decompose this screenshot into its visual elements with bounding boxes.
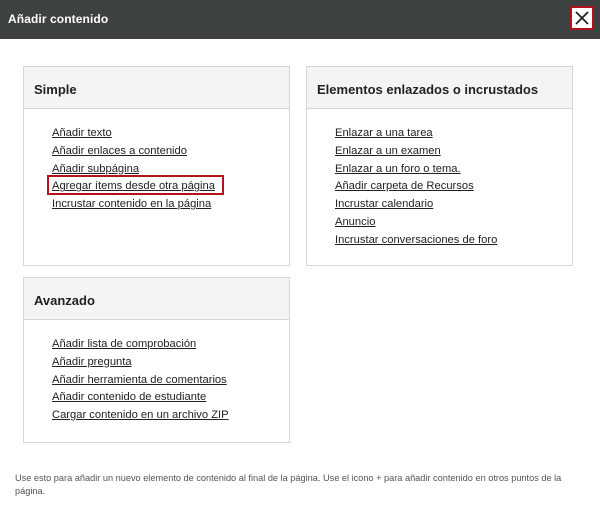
- linked-link-list: Enlazar a una tarea Enlazar a un examen …: [335, 123, 572, 248]
- link-to-forum-link[interactable]: Enlazar a un foro o tema.: [335, 163, 461, 175]
- help-text: Use esto para añadir un nuevo elemento d…: [15, 473, 562, 496]
- list-item: Anuncio: [335, 212, 572, 230]
- advanced-card-heading: Avanzado: [24, 278, 289, 320]
- announcement-link[interactable]: Anuncio: [335, 216, 375, 228]
- add-question-link[interactable]: Añadir pregunta: [52, 356, 132, 368]
- list-item: Incrustar calendario: [335, 194, 572, 212]
- embed-calendar-link[interactable]: Incrustar calendario: [335, 198, 433, 210]
- close-icon: [575, 11, 589, 25]
- advanced-card: Avanzado Añadir lista de comprobación Añ…: [23, 277, 290, 443]
- simple-card: Simple Añadir texto Añadir enlaces a con…: [23, 66, 290, 266]
- list-item: Añadir texto: [52, 123, 289, 141]
- embed-content-link[interactable]: Incrustar contenido en la página: [52, 198, 211, 210]
- list-item: Incrustar contenido en la página: [52, 194, 289, 212]
- list-item: Añadir contenido de estudiante: [52, 387, 289, 405]
- list-item: Enlazar a un examen: [335, 141, 572, 159]
- linked-card-heading: Elementos enlazados o incrustados: [307, 67, 572, 109]
- add-student-content-link[interactable]: Añadir contenido de estudiante: [52, 391, 206, 403]
- add-subpage-link[interactable]: Añadir subpágina: [52, 163, 139, 175]
- list-item: Cargar contenido en un archivo ZIP: [52, 405, 289, 423]
- list-item: Enlazar a un foro o tema.: [335, 159, 572, 177]
- add-checklist-link[interactable]: Añadir lista de comprobación: [52, 338, 196, 350]
- list-item: Enlazar a una tarea: [335, 123, 572, 141]
- list-item: Añadir carpeta de Recursos: [335, 176, 572, 194]
- list-item: Incrustar conversaciones de foro: [335, 230, 572, 248]
- add-resources-folder-link[interactable]: Añadir carpeta de Recursos: [335, 180, 474, 192]
- linked-card: Elementos enlazados o incrustados Enlaza…: [306, 66, 573, 266]
- advanced-link-list: Añadir lista de comprobación Añadir preg…: [52, 334, 289, 423]
- link-to-exam-link[interactable]: Enlazar a un examen: [335, 145, 441, 157]
- list-item: Añadir subpágina: [52, 159, 289, 177]
- add-items-from-other-page-link[interactable]: Agregar ítems desde otra página: [52, 180, 215, 192]
- list-item: Añadir herramienta de comentarios: [52, 370, 289, 388]
- list-item: Agregar ítems desde otra página: [52, 176, 289, 194]
- list-item: Añadir lista de comprobación: [52, 334, 289, 352]
- add-feedback-tool-link[interactable]: Añadir herramienta de comentarios: [52, 374, 227, 386]
- simple-link-list: Añadir texto Añadir enlaces a contenido …: [52, 123, 289, 212]
- dialog-titlebar: Añadir contenido: [0, 0, 600, 39]
- add-content-links-link[interactable]: Añadir enlaces a contenido: [52, 145, 187, 157]
- close-button[interactable]: [570, 6, 594, 30]
- dialog-title: Añadir contenido: [8, 12, 109, 26]
- list-item: Añadir pregunta: [52, 352, 289, 370]
- simple-card-heading: Simple: [24, 67, 289, 109]
- embed-forum-conversations-link[interactable]: Incrustar conversaciones de foro: [335, 234, 497, 246]
- add-text-link[interactable]: Añadir texto: [52, 127, 112, 139]
- list-item: Añadir enlaces a contenido: [52, 141, 289, 159]
- link-to-assignment-link[interactable]: Enlazar a una tarea: [335, 127, 433, 139]
- upload-zip-link[interactable]: Cargar contenido en un archivo ZIP: [52, 409, 229, 421]
